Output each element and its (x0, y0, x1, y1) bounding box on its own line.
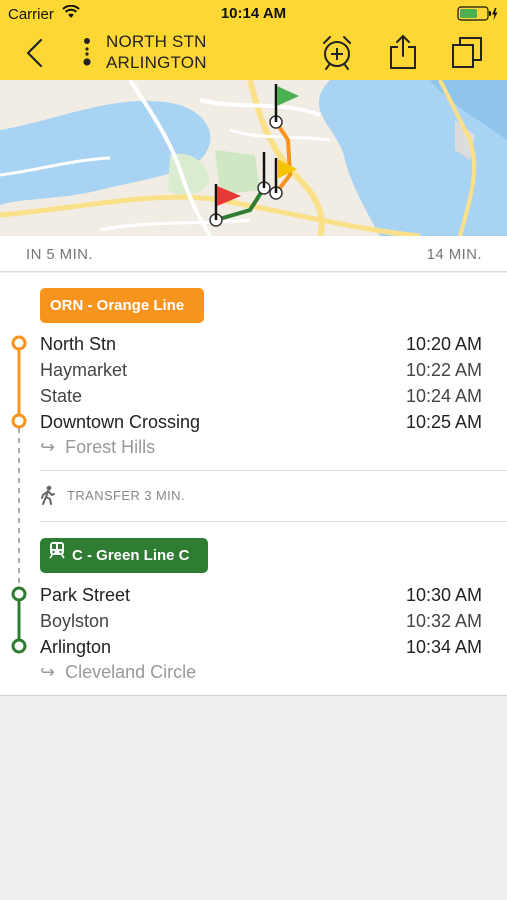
destination-label: ARLINGTON (106, 53, 207, 72)
transfer-label: TRANSFER 3 MIN. (67, 488, 185, 503)
route-dots-icon (82, 38, 92, 70)
stop-time: 10:20 AM (405, 334, 482, 354)
stop-name: Arlington (40, 637, 112, 657)
transfer-row: TRANSFER 3 MIN. (38, 485, 438, 507)
alarm-add-icon[interactable] (320, 34, 354, 70)
top-bar: Carrier 10:14 AM NORTH STN ARLINGTON (0, 0, 507, 80)
stop-time: 10:30 AM (405, 585, 482, 605)
tram-icon (48, 537, 66, 572)
stop-time: 10:34 AM (405, 637, 482, 657)
walking-icon (41, 485, 55, 505)
stop-time: 10:25 AM (405, 412, 482, 432)
share-icon[interactable] (386, 34, 420, 70)
stop-name: Park Street (40, 585, 131, 605)
route-timeline (11, 335, 27, 654)
stop-name: Haymarket (40, 360, 128, 380)
itinerary-card: ORN - Orange Line North Stn 10:20 AM Hay… (0, 273, 507, 696)
status-time: 10:14 AM (220, 5, 287, 22)
stop-time: 10:32 AM (405, 611, 482, 631)
stop-name: Downtown Crossing (40, 412, 201, 432)
departs-in-label: IN 5 MIN. (26, 246, 93, 263)
origin-label: NORTH STN (106, 32, 207, 51)
copy-icon[interactable] (450, 34, 484, 70)
toward-direction: ↪ Forest Hills (40, 437, 155, 458)
toward-arrow-icon: ↪ (40, 437, 56, 457)
trip-duration-label: 14 MIN. (426, 246, 482, 263)
stop-name: North Stn (40, 334, 117, 354)
route-badge-label: C - Green Line C (72, 547, 190, 564)
stop-name: Boylston (40, 611, 110, 631)
route-map[interactable] (0, 80, 507, 236)
toward-direction: ↪ Cleveland Circle (40, 662, 196, 683)
toward-arrow-icon: ↪ (40, 662, 56, 682)
status-bar: Carrier 10:14 AM (0, 0, 507, 28)
stop-name: State (40, 386, 83, 406)
battery-icon (457, 6, 499, 26)
stop-time: 10:24 AM (405, 386, 482, 406)
divider (40, 521, 507, 522)
toward-label: Forest Hills (65, 437, 156, 457)
toward-label: Cleveland Circle (65, 662, 197, 682)
trip-duration-bar: IN 5 MIN. 14 MIN. (0, 236, 507, 272)
back-chevron-icon[interactable] (22, 36, 48, 70)
route-badge-orange-line[interactable]: ORN - Orange Line (40, 288, 204, 323)
route-badge-green-line-c[interactable]: C - Green Line C (40, 538, 208, 573)
divider (40, 470, 507, 471)
stop-time: 10:22 AM (405, 360, 482, 380)
